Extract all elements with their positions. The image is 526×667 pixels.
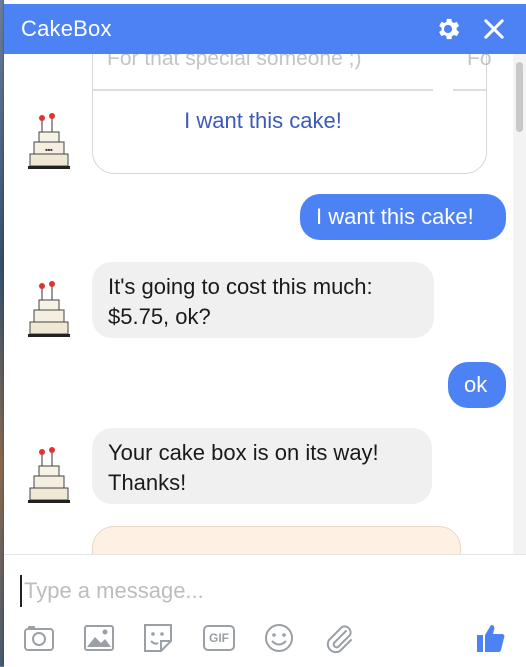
product-card: For that special someone ;) Fo I want th… [92,54,492,174]
chat-window: CakeBox For that special someone ;) Fo I… [4,0,526,667]
close-icon[interactable] [480,15,508,43]
bot-message: It's going to cost this much: $5.75, ok? [92,262,434,338]
thumbs-up-icon[interactable] [474,621,508,655]
bot-message: Your cake box is on its way! Thanks! [92,428,432,504]
svg-text:■■■: ■■■ [45,147,53,152]
receipt-card [92,526,461,554]
card-divider [453,89,486,91]
next-card-peek: Fo [467,54,492,70]
composer: GIF [4,554,526,667]
want-cake-button[interactable]: I want this cake! [93,91,433,151]
attachment-icon[interactable] [322,621,356,655]
scrollbar[interactable] [513,54,526,554]
gear-icon[interactable] [434,15,462,43]
camera-icon[interactable] [22,621,56,655]
cakebox-avatar [28,281,70,337]
image-icon[interactable] [82,621,116,655]
user-message: ok [448,362,506,408]
emoji-icon[interactable] [262,621,296,655]
chat-header: CakeBox [4,4,526,54]
sticker-icon[interactable] [141,621,175,655]
message-input[interactable] [20,575,506,607]
gif-icon[interactable]: GIF [202,621,236,655]
scrollbar-thumb[interactable] [516,62,523,132]
gif-label: GIF [203,625,235,651]
cakebox-avatar [28,447,70,503]
cakebox-avatar: ■■■ [28,113,70,169]
card-subtitle: For that special someone ;) [107,54,362,70]
user-message: I want this cake! [300,194,506,240]
message-list[interactable]: For that special someone ;) Fo I want th… [4,54,512,554]
chat-title: CakeBox [21,16,112,41]
